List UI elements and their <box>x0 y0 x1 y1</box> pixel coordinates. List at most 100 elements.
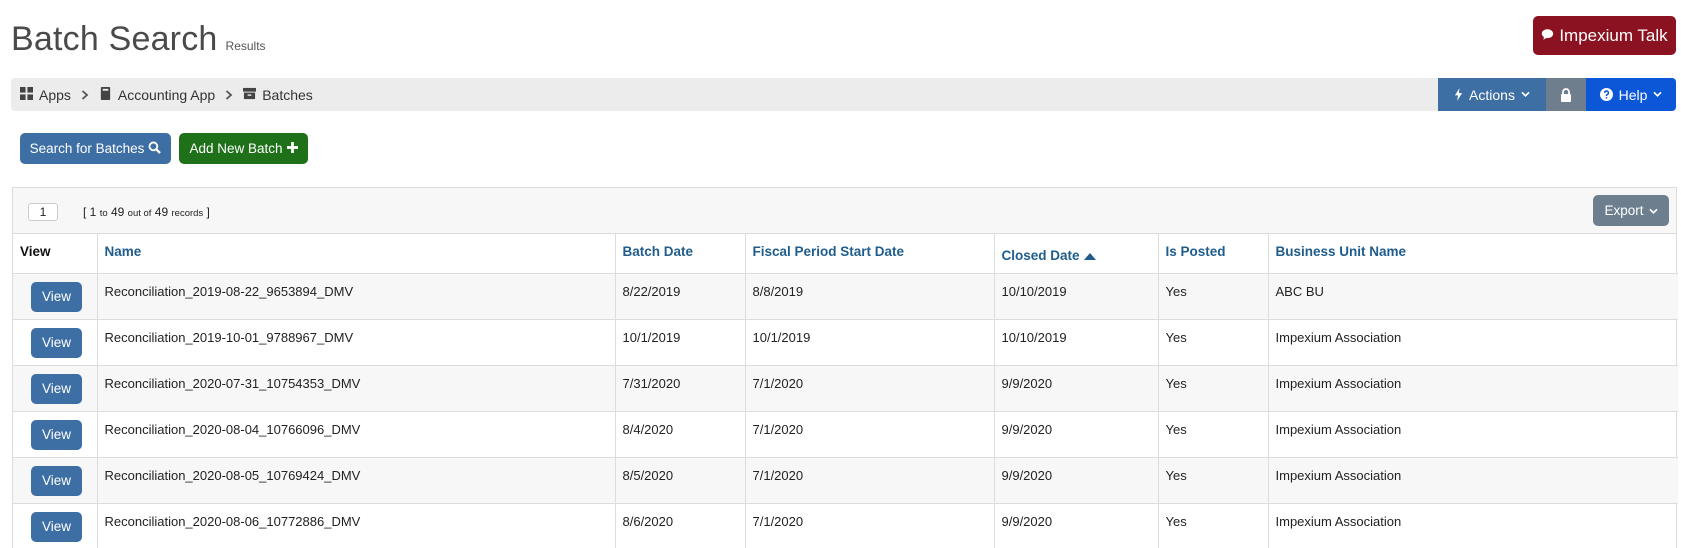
plus-icon <box>286 141 298 156</box>
table-header-row: View Name Batch Date Fiscal Period Start… <box>13 234 1678 274</box>
column-header-closed-date[interactable]: Closed Date <box>994 234 1159 274</box>
view-button[interactable]: View <box>31 465 82 496</box>
search-for-batches-button[interactable]: Search for Batches <box>20 133 171 164</box>
add-new-batch-button[interactable]: Add New Batch <box>179 133 308 164</box>
grid-icon <box>20 86 33 103</box>
column-header-name[interactable]: Name <box>97 234 616 274</box>
help-button[interactable]: Help <box>1586 78 1676 111</box>
sort-ascending-icon <box>1083 248 1096 263</box>
range-to: to <box>99 208 108 219</box>
range-open: [ 1 <box>83 205 97 219</box>
search-batches-label: Search for Batches <box>29 141 145 156</box>
closed-date-cell: 9/9/2020 <box>994 411 1159 458</box>
fiscal-start-cell: 7/1/2020 <box>745 503 995 548</box>
export-button[interactable]: Export <box>1593 195 1669 226</box>
table-row: View Reconciliation_2019-10-01_9788967_D… <box>13 319 1678 366</box>
name-cell: Reconciliation_2019-10-01_9788967_DMV <box>97 319 616 366</box>
chevron-down-icon <box>1648 203 1658 218</box>
fiscal-start-cell: 7/1/2020 <box>745 411 995 458</box>
chat-bubble-icon <box>1541 26 1554 46</box>
breadcrumb: Apps Accounting App Batches <box>20 78 313 111</box>
help-label: Help <box>1618 86 1648 103</box>
business-unit-cell: Impexium Association <box>1268 503 1678 548</box>
column-header-business-unit[interactable]: Business Unit Name <box>1268 234 1678 274</box>
actions-button[interactable]: Actions <box>1438 78 1546 111</box>
range-close: ] <box>206 205 210 219</box>
view-cell: View <box>13 503 98 548</box>
range-records: records <box>171 208 204 219</box>
range-out-of: out of <box>127 208 152 219</box>
breadcrumb-apps-label: Apps <box>39 86 71 103</box>
is-posted-cell: Yes <box>1158 503 1269 548</box>
actions-label: Actions <box>1469 86 1515 103</box>
chevron-right-icon <box>225 89 233 100</box>
table-row: View Reconciliation_2020-07-31_10754353_… <box>13 365 1678 412</box>
business-unit-cell: Impexium Association <box>1268 319 1678 366</box>
breadcrumb-batches-label: Batches <box>262 86 313 103</box>
results-panel: 1 [ 1 to 49 out of 49 records ] Export V… <box>12 187 1678 548</box>
batch-date-cell: 7/31/2020 <box>615 365 746 412</box>
is-posted-cell: Yes <box>1158 273 1269 320</box>
view-cell: View <box>13 319 98 366</box>
batch-date-cell: 8/5/2020 <box>615 457 746 504</box>
table-row: View Reconciliation_2020-08-06_10772886_… <box>13 503 1678 548</box>
fiscal-start-cell: 7/1/2020 <box>745 365 995 412</box>
batch-date-cell: 10/1/2019 <box>615 319 746 366</box>
view-cell: View <box>13 365 98 412</box>
chevron-down-icon <box>1521 91 1530 98</box>
business-unit-cell: ABC BU <box>1268 273 1678 320</box>
business-unit-cell: Impexium Association <box>1268 457 1678 504</box>
chevron-down-icon <box>1653 91 1663 98</box>
impexium-talk-button[interactable]: Impexium Talk <box>1533 16 1676 55</box>
fiscal-start-cell: 7/1/2020 <box>745 457 995 504</box>
view-button[interactable]: View <box>31 327 82 358</box>
column-header-fiscal-start[interactable]: Fiscal Period Start Date <box>745 234 995 274</box>
name-cell: Reconciliation_2019-08-22_9653894_DMV <box>97 273 616 320</box>
batch-date-cell: 8/6/2020 <box>615 503 746 548</box>
closed-date-cell: 9/9/2020 <box>994 503 1159 548</box>
view-cell: View <box>13 411 98 458</box>
view-cell: View <box>13 457 98 504</box>
batch-date-cell: 8/4/2020 <box>615 411 746 458</box>
batch-date-cell: 8/22/2019 <box>615 273 746 320</box>
range-count: 49 <box>110 205 125 219</box>
view-button[interactable]: View <box>31 511 82 542</box>
column-header-is-posted[interactable]: Is Posted <box>1158 234 1269 274</box>
is-posted-cell: Yes <box>1158 319 1269 366</box>
record-count: [ 1 to 49 out of 49 records ] <box>83 205 210 219</box>
fiscal-start-cell: 10/1/2019 <box>745 319 995 366</box>
name-cell: Reconciliation_2020-07-31_10754353_DMV <box>97 365 616 412</box>
archive-icon <box>243 87 257 103</box>
view-button[interactable]: View <box>31 419 82 450</box>
page-number-button[interactable]: 1 <box>28 203 58 221</box>
is-posted-cell: Yes <box>1158 411 1269 458</box>
question-circle-icon <box>1599 88 1613 101</box>
breadcrumb-apps[interactable]: Apps <box>20 86 71 103</box>
column-header-batch-date[interactable]: Batch Date <box>615 234 746 274</box>
bolt-icon <box>1454 88 1463 101</box>
fiscal-start-cell: 8/8/2019 <box>745 273 995 320</box>
breadcrumb-accounting-app[interactable]: Accounting App <box>99 86 215 103</box>
page-subtitle: Results <box>225 39 266 53</box>
search-icon <box>148 141 162 157</box>
lock-button[interactable] <box>1546 78 1586 111</box>
column-header-view: View <box>13 234 98 274</box>
business-unit-cell: Impexium Association <box>1268 411 1678 458</box>
book-icon <box>99 86 112 103</box>
table-row: View Reconciliation_2020-08-05_10769424_… <box>13 457 1678 504</box>
is-posted-cell: Yes <box>1158 365 1269 412</box>
closed-date-cell: 10/10/2019 <box>994 319 1159 366</box>
lock-icon <box>1560 87 1572 102</box>
add-batch-label: Add New Batch <box>189 141 283 156</box>
batch-results-table: View Name Batch Date Fiscal Period Start… <box>13 234 1678 548</box>
view-button[interactable]: View <box>31 281 82 312</box>
export-label: Export <box>1604 203 1644 218</box>
view-button[interactable]: View <box>31 373 82 404</box>
breadcrumb-batches[interactable]: Batches <box>243 87 313 103</box>
range-total: 49 <box>154 205 169 219</box>
closed-date-cell: 10/10/2019 <box>994 273 1159 320</box>
closed-date-cell: 9/9/2020 <box>994 365 1159 412</box>
closed-date-label: Closed Date <box>1001 248 1080 263</box>
name-cell: Reconciliation_2020-08-05_10769424_DMV <box>97 457 616 504</box>
page-title: Batch Search Results <box>11 20 266 59</box>
